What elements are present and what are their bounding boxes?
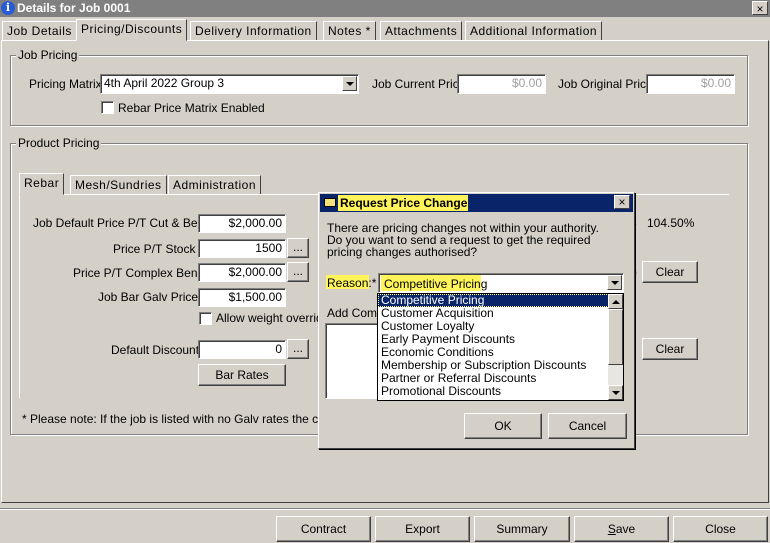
scroll-up-icon[interactable] <box>608 294 623 309</box>
default-price-field[interactable]: $2,000.00 <box>198 214 286 233</box>
tab-job-details[interactable]: Job Details <box>2 21 77 41</box>
dialog-message: There are pricing changes not within you… <box>327 221 599 259</box>
job-original-price-field[interactable]: $0.00 <box>646 74 735 94</box>
job-original-price-label: Job Original Price <box>558 77 653 91</box>
scroll-thumb[interactable] <box>608 309 623 365</box>
tab-mesh-sundries[interactable]: Mesh/Sundries <box>70 175 167 195</box>
cancel-button[interactable]: Cancel <box>548 413 627 439</box>
bar-rates-button[interactable]: Bar Rates <box>198 364 286 386</box>
galv-note: * Please note: If the job is listed with… <box>22 412 361 426</box>
default-price-label: Job Default Price P/T Cut & Bent <box>33 216 208 230</box>
stock-price-more-button[interactable]: ... <box>287 238 309 258</box>
reason-select[interactable]: Competitive Pricing <box>378 273 624 293</box>
job-pricing-legend: Job Pricing <box>16 48 80 62</box>
weight-override-label: Allow weight override <box>216 311 330 325</box>
info-icon: i <box>1 1 15 15</box>
clear-button-1[interactable]: Clear <box>642 261 698 283</box>
reason-options-list[interactable]: Competitive Pricing Customer Acquisition… <box>377 293 624 401</box>
summary-button[interactable]: Summary <box>474 516 570 542</box>
ok-button[interactable]: OK <box>464 413 542 439</box>
job-current-price-field[interactable]: $0.00 <box>457 74 546 94</box>
complex-bend-more-button[interactable]: ... <box>287 262 309 282</box>
export-button[interactable]: Export <box>375 516 470 542</box>
scroll-down-icon[interactable] <box>608 385 623 400</box>
envelope-icon <box>324 198 336 207</box>
reason-label: Reason:* <box>327 276 377 290</box>
complex-bend-label: Price P/T Complex Bend <box>73 266 205 280</box>
pricing-matrix-label: Pricing Matrix <box>29 77 102 91</box>
tab-additional-information[interactable]: Additional Information <box>465 21 603 41</box>
dialog-titlebar: Request Price Change × <box>320 194 633 212</box>
comments-textarea[interactable] <box>325 323 381 399</box>
tab-pricing-discounts[interactable]: Pricing/Discounts <box>76 19 188 41</box>
reason-option[interactable]: Promotional Discounts <box>378 385 623 398</box>
tab-delivery-information[interactable]: Delivery Information <box>190 21 317 41</box>
complex-bend-field[interactable]: $2,000.00 <box>198 263 286 282</box>
product-pricing-legend: Product Pricing <box>16 136 102 150</box>
clear-button-2[interactable]: Clear <box>642 338 698 360</box>
stock-price-field[interactable]: 1500 <box>198 239 286 258</box>
window-titlebar: i Details for Job 0001 × <box>0 0 770 17</box>
list-scrollbar[interactable] <box>608 294 623 400</box>
contract-button[interactable]: Contract <box>276 516 371 542</box>
galv-price-label: Job Bar Galv Price* <box>98 290 203 304</box>
rebar-matrix-checkbox[interactable] <box>101 101 114 114</box>
window-title: Details for Job 0001 <box>17 1 131 15</box>
tab-attachments[interactable]: Attachments <box>380 21 463 41</box>
chevron-down-icon[interactable] <box>342 76 357 91</box>
weight-override-checkbox[interactable] <box>199 312 212 325</box>
percent-value: 104.50% <box>647 216 695 230</box>
reason-value: Competitive Pricing <box>384 277 488 291</box>
close-button[interactable]: Close <box>673 516 768 542</box>
default-discount-more-button[interactable]: ... <box>287 339 309 359</box>
job-current-price-label: Job Current Price <box>372 77 466 91</box>
tab-rebar[interactable]: Rebar <box>19 173 65 195</box>
pricing-matrix-value: 4th April 2022 Group 3 <box>104 76 225 90</box>
rebar-matrix-label: Rebar Price Matrix Enabled <box>118 101 265 115</box>
stock-price-label: Price P/T Stock <box>113 242 196 256</box>
request-price-change-dialog: Request Price Change × There are pricing… <box>318 192 635 449</box>
save-button[interactable]: Save <box>574 516 669 542</box>
tab-administration[interactable]: Administration <box>168 175 262 195</box>
dialog-close-button[interactable]: × <box>614 195 630 209</box>
window-close-button[interactable]: × <box>752 1 768 16</box>
pricing-matrix-select[interactable]: 4th April 2022 Group 3 <box>100 74 359 94</box>
galv-price-field[interactable]: $1,500.00 <box>198 288 286 307</box>
footer-separator <box>0 508 770 510</box>
dialog-title: Request Price Change <box>340 196 468 210</box>
chevron-down-icon[interactable] <box>607 275 622 290</box>
default-discount-field[interactable]: 0 <box>198 340 286 359</box>
default-discount-label: Default Discount <box>111 343 200 357</box>
tab-notes[interactable]: Notes * <box>323 21 376 41</box>
